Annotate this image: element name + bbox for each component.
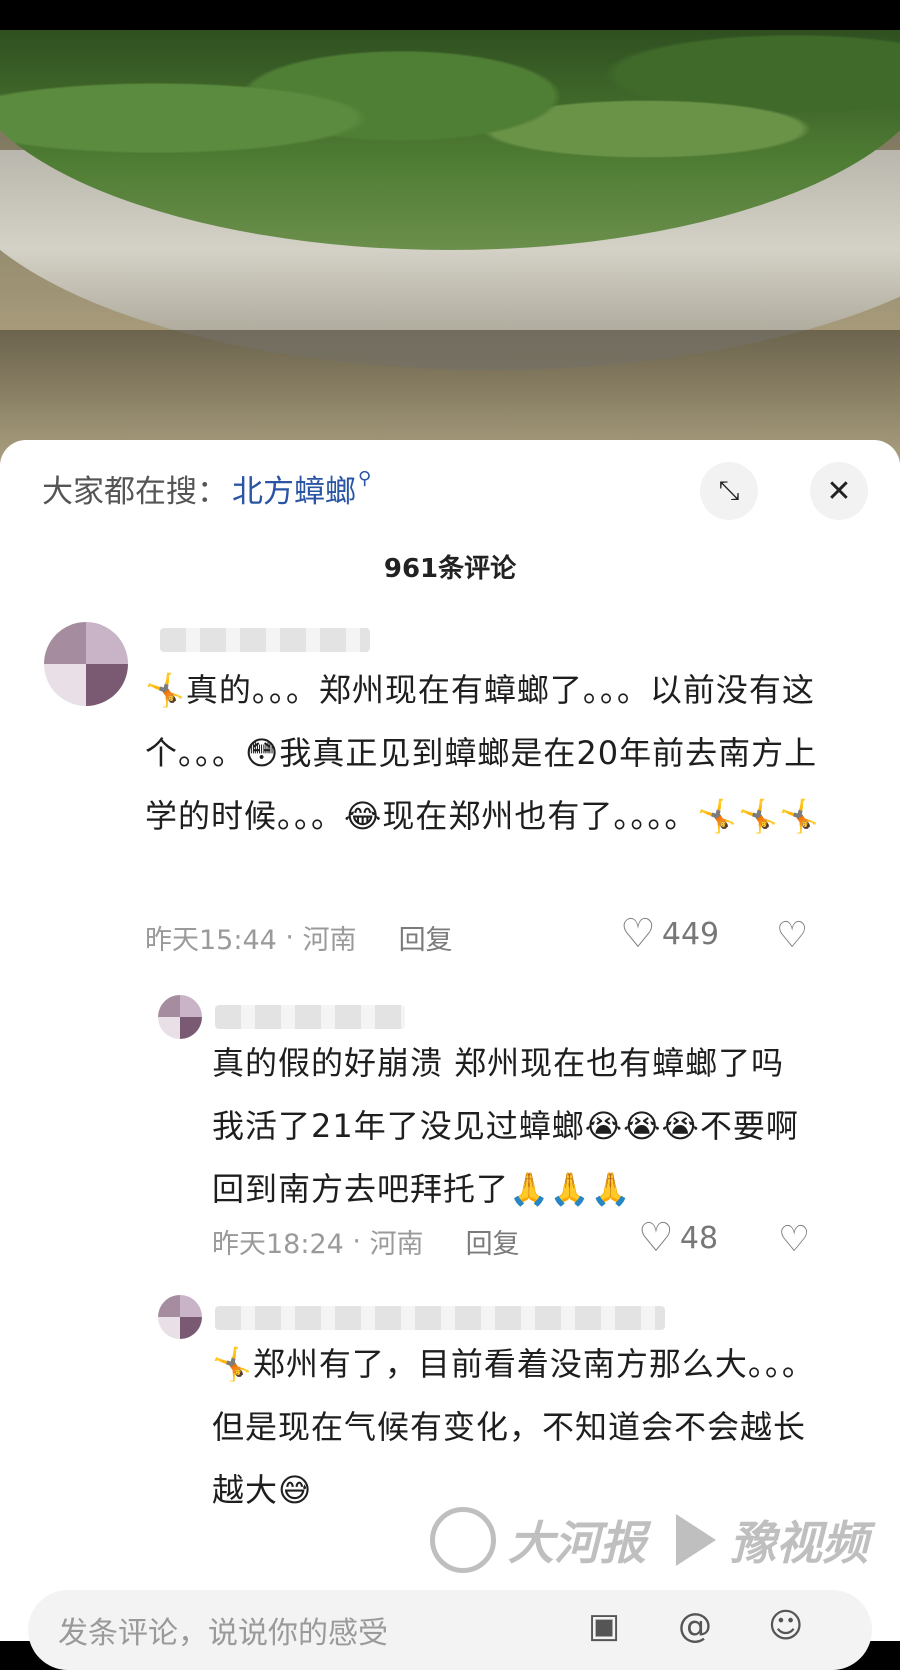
comment-location: 河南 xyxy=(369,1229,424,1260)
video-frame xyxy=(0,0,900,470)
watermark-brand-1: 大河报 xyxy=(508,1516,646,1570)
search-suggestion[interactable]: 大家都在搜： 北方蟑螂 ⚲ xyxy=(42,466,371,510)
comment-time: 昨天15:44 xyxy=(145,925,277,956)
search-icon: ⚲ xyxy=(358,467,372,489)
avatar[interactable] xyxy=(158,995,202,1039)
search-prefix: 大家都在搜： xyxy=(42,473,228,510)
like-button[interactable]: ♡ 449 xyxy=(620,914,719,954)
heart-icon: ♡ xyxy=(620,911,656,957)
comment-text: 真的假的好崩溃 郑州现在也有蟑螂了吗 我活了21年了没见过蟑螂😭😭😭不要啊 回到… xyxy=(212,1044,799,1208)
like-count: 449 xyxy=(661,916,720,952)
heart-icon: ♡ xyxy=(638,1215,674,1261)
comment-time: 昨天18:24 xyxy=(212,1229,344,1260)
like-count: 48 xyxy=(679,1220,719,1256)
comment-text: 🤸真的。。。郑州现在有蟑螂了。。。以前没有这个。。。😳我真正见到蟑螂是在20年前… xyxy=(145,671,820,835)
comment-sheet: 大家都在搜： 北方蟑螂 ⚲ ⤡ ✕ 961条评论 🤸真的。。。郑州现在有蟑螂了。… xyxy=(0,440,900,1641)
comment-input[interactable]: 发条评论，说说你的感受 ▣ @ ☺ xyxy=(28,1590,872,1670)
comment-input-placeholder: 发条评论，说说你的感受 xyxy=(58,1616,388,1651)
watermark-brand-2: 豫视频 xyxy=(730,1516,868,1570)
image-icon[interactable]: ▣ xyxy=(588,1606,620,1646)
play-icon xyxy=(676,1514,716,1566)
expand-button[interactable]: ⤡ xyxy=(700,462,758,520)
broken-heart-icon[interactable]: ♡ xyxy=(778,1222,810,1258)
meta-dot: · xyxy=(343,1226,370,1257)
username[interactable] xyxy=(215,1306,665,1330)
search-term-link[interactable]: 北方蟑螂 xyxy=(232,466,356,511)
comment-meta: 昨天18:24 · 河南 回复 xyxy=(212,1222,520,1261)
avatar[interactable] xyxy=(44,622,128,706)
comment-count: 961条评论 xyxy=(383,554,517,584)
watermark: 大河报 豫视频 xyxy=(430,1500,868,1580)
comment-text: 🤸郑州有了，目前看着没南方那么大。。。但是现在气候有变化，不知道会不会越长越大😅 xyxy=(212,1345,815,1509)
username[interactable] xyxy=(215,1005,405,1029)
reply-button[interactable]: 回复 xyxy=(466,1222,520,1261)
reply-button[interactable]: 回复 xyxy=(399,918,453,957)
at-icon[interactable]: @ xyxy=(678,1606,712,1646)
comment-location: 河南 xyxy=(302,925,357,956)
username[interactable] xyxy=(160,628,370,652)
broken-heart-icon[interactable]: ♡ xyxy=(776,918,808,954)
avatar[interactable] xyxy=(158,1295,202,1339)
close-icon: ✕ xyxy=(826,473,852,509)
comment-meta: 昨天15:44 · 河南 回复 xyxy=(145,918,453,957)
emoji-icon[interactable]: ☺ xyxy=(768,1606,803,1646)
meta-dot: · xyxy=(276,922,303,953)
dahebao-logo-icon xyxy=(430,1507,496,1573)
close-button[interactable]: ✕ xyxy=(810,462,868,520)
expand-icon: ⤡ xyxy=(718,475,740,506)
like-button[interactable]: ♡ 48 xyxy=(638,1218,718,1258)
